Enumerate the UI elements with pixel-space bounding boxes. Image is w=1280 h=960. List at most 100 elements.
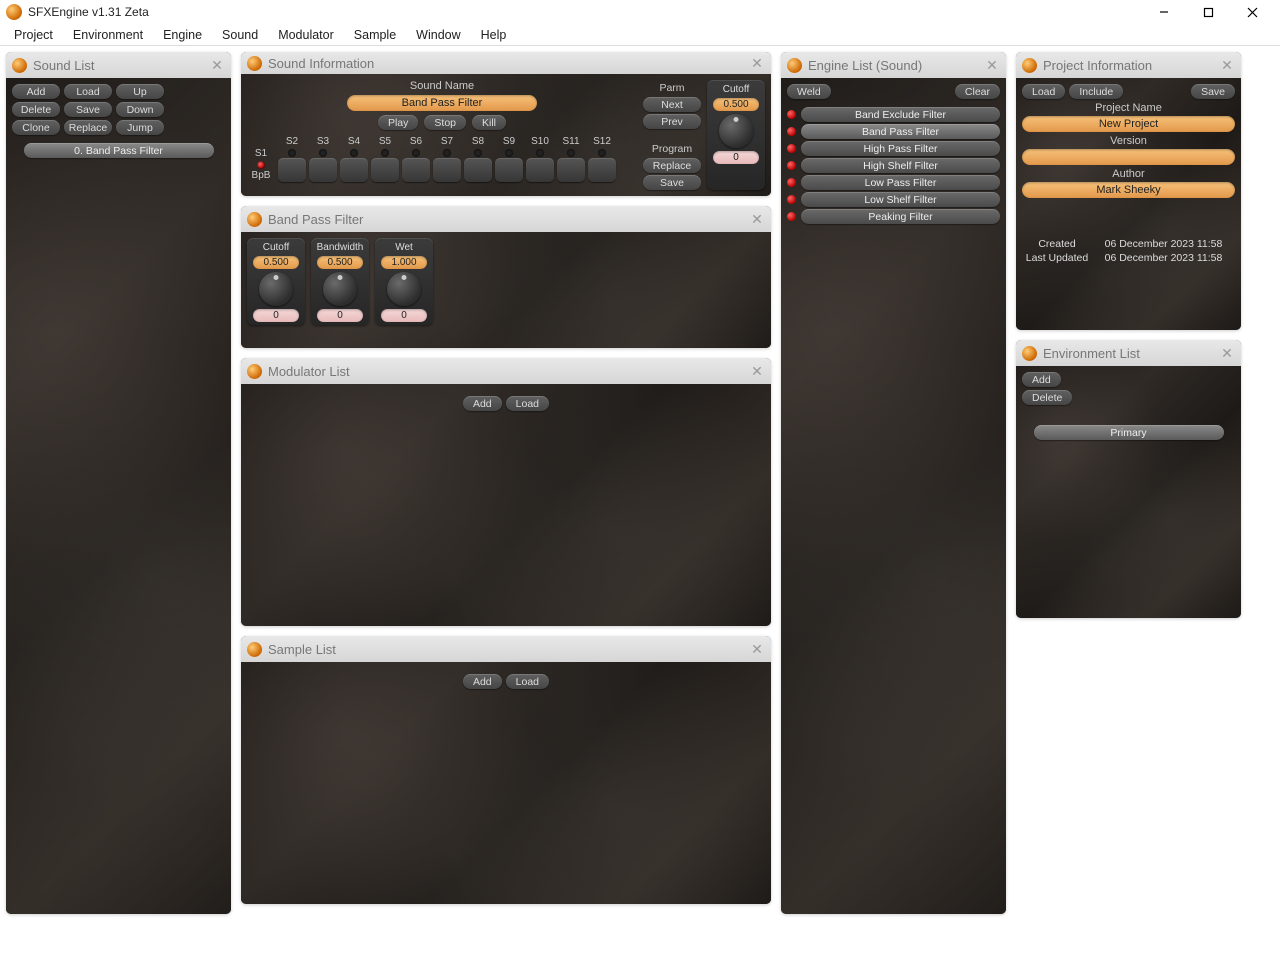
next-button[interactable]: Next [643, 97, 701, 112]
prev-button[interactable]: Prev [643, 114, 701, 129]
slot-s6[interactable]: S6 [402, 136, 430, 182]
slot-s5[interactable]: S5 [371, 136, 399, 182]
panel-title: Project Information [1043, 58, 1152, 73]
updated-label: Last Updated [1022, 252, 1092, 264]
slot-s8[interactable]: S8 [464, 136, 492, 182]
engine-list-item[interactable]: Peaking Filter [787, 209, 1000, 224]
close-icon[interactable]: ✕ [1219, 57, 1235, 74]
close-icon[interactable]: ✕ [984, 57, 1000, 74]
slot-s3[interactable]: S3 [309, 136, 337, 182]
close-icon[interactable]: ✕ [749, 641, 765, 658]
replace-button[interactable]: Replace [643, 158, 701, 173]
close-icon[interactable]: ✕ [749, 55, 765, 72]
down-button[interactable]: Down [116, 102, 164, 117]
window-minimize-button[interactable] [1142, 0, 1186, 24]
engine-list-item[interactable]: Band Pass Filter [787, 124, 1000, 139]
sound-list-item[interactable]: 0. Band Pass Filter [24, 143, 214, 158]
knob-index[interactable]: 0 [713, 151, 759, 164]
menu-help[interactable]: Help [471, 26, 517, 44]
knob-dial[interactable] [259, 272, 293, 306]
panel-icon [247, 364, 262, 379]
engine-item-label: High Shelf Filter [801, 158, 1000, 173]
engine-indicator-icon [787, 178, 796, 187]
close-icon[interactable]: ✕ [749, 211, 765, 228]
add-button[interactable]: Add [463, 674, 502, 689]
knob-dial[interactable] [387, 272, 421, 306]
menu-project[interactable]: Project [4, 26, 63, 44]
replace-button[interactable]: Replace [64, 120, 112, 135]
menu-environment[interactable]: Environment [63, 26, 153, 44]
cutoff-knob-module[interactable]: Cutoff 0.500 0 [707, 80, 765, 190]
delete-button[interactable]: Delete [12, 102, 60, 117]
engine-list-item[interactable]: Band Exclude Filter [787, 107, 1000, 122]
knob-label: Cutoff [723, 84, 750, 95]
delete-button[interactable]: Delete [1022, 390, 1072, 405]
project-name-field[interactable]: New Project [1022, 116, 1235, 132]
kill-button[interactable]: Kill [472, 115, 506, 130]
engine-list-item[interactable]: High Pass Filter [787, 141, 1000, 156]
engine-indicator-icon [787, 144, 796, 153]
sample-list-panel: Sample List ✕ Add Load [241, 636, 771, 904]
close-icon[interactable]: ✕ [209, 57, 225, 74]
program-label: Program [643, 141, 701, 156]
sound-name-field[interactable]: Band Pass Filter [347, 95, 537, 111]
cutoff-knob-module[interactable]: Cutoff 0.500 0 [247, 238, 305, 325]
load-button[interactable]: Load [1022, 84, 1065, 99]
wet-knob-module[interactable]: Wet 1.000 0 [375, 238, 433, 325]
menu-sample[interactable]: Sample [344, 26, 406, 44]
close-icon[interactable]: ✕ [1219, 345, 1235, 362]
load-button[interactable]: Load [64, 84, 112, 99]
menu-modulator[interactable]: Modulator [268, 26, 344, 44]
save-button[interactable]: Save [1191, 84, 1235, 99]
bandwidth-knob-module[interactable]: Bandwidth 0.500 0 [311, 238, 369, 325]
menu-sound[interactable]: Sound [212, 26, 268, 44]
project-version-field[interactable] [1022, 149, 1235, 165]
window-maximize-button[interactable] [1186, 0, 1230, 24]
slot-s2[interactable]: S2 [278, 136, 306, 182]
add-button[interactable]: Add [463, 396, 502, 411]
slot-s7[interactable]: S7 [433, 136, 461, 182]
slot-s9[interactable]: S9 [495, 136, 523, 182]
weld-button[interactable]: Weld [787, 84, 831, 99]
sound-name-label: Sound Name [247, 80, 637, 92]
menu-engine[interactable]: Engine [153, 26, 212, 44]
slot-bpb[interactable]: S1 BpB [247, 148, 275, 182]
engine-list-item[interactable]: High Shelf Filter [787, 158, 1000, 173]
clone-button[interactable]: Clone [12, 120, 60, 135]
engine-list-item[interactable]: Low Pass Filter [787, 175, 1000, 190]
add-button[interactable]: Add [12, 84, 60, 99]
knob-dial[interactable] [323, 272, 357, 306]
jump-button[interactable]: Jump [116, 120, 164, 135]
play-button[interactable]: Play [378, 115, 418, 130]
engine-indicator-icon [787, 110, 796, 119]
engine-list-item[interactable]: Low Shelf Filter [787, 192, 1000, 207]
load-button[interactable]: Load [506, 396, 549, 411]
project-author-label: Author [1022, 168, 1235, 180]
panel-title: Engine List (Sound) [808, 58, 922, 73]
slot-s11[interactable]: S11 [557, 136, 585, 182]
knob-dial[interactable] [719, 114, 753, 148]
include-button[interactable]: Include [1069, 84, 1123, 99]
window-close-button[interactable] [1230, 0, 1274, 24]
project-name-label: Project Name [1022, 102, 1235, 114]
filter-panel: Band Pass Filter ✕ Cutoff 0.500 0 Bandwi… [241, 206, 771, 348]
knob-value[interactable]: 0.500 [713, 98, 759, 111]
save-button[interactable]: Save [64, 102, 112, 117]
project-version-label: Version [1022, 135, 1235, 147]
modulator-list-panel: Modulator List ✕ Add Load [241, 358, 771, 626]
add-button[interactable]: Add [1022, 372, 1061, 387]
close-icon[interactable]: ✕ [749, 363, 765, 380]
engine-item-label: High Pass Filter [801, 141, 1000, 156]
slot-s4[interactable]: S4 [340, 136, 368, 182]
menu-window[interactable]: Window [406, 26, 470, 44]
clear-button[interactable]: Clear [955, 84, 1000, 99]
app-title: SFXEngine v1.31 Zeta [28, 5, 149, 19]
save-button[interactable]: Save [643, 175, 701, 190]
slot-s10[interactable]: S10 [526, 136, 554, 182]
load-button[interactable]: Load [506, 674, 549, 689]
env-list-item[interactable]: Primary [1034, 425, 1224, 440]
up-button[interactable]: Up [116, 84, 164, 99]
slot-s12[interactable]: S12 [588, 136, 616, 182]
project-author-field[interactable]: Mark Sheeky [1022, 182, 1235, 198]
stop-button[interactable]: Stop [424, 115, 466, 130]
